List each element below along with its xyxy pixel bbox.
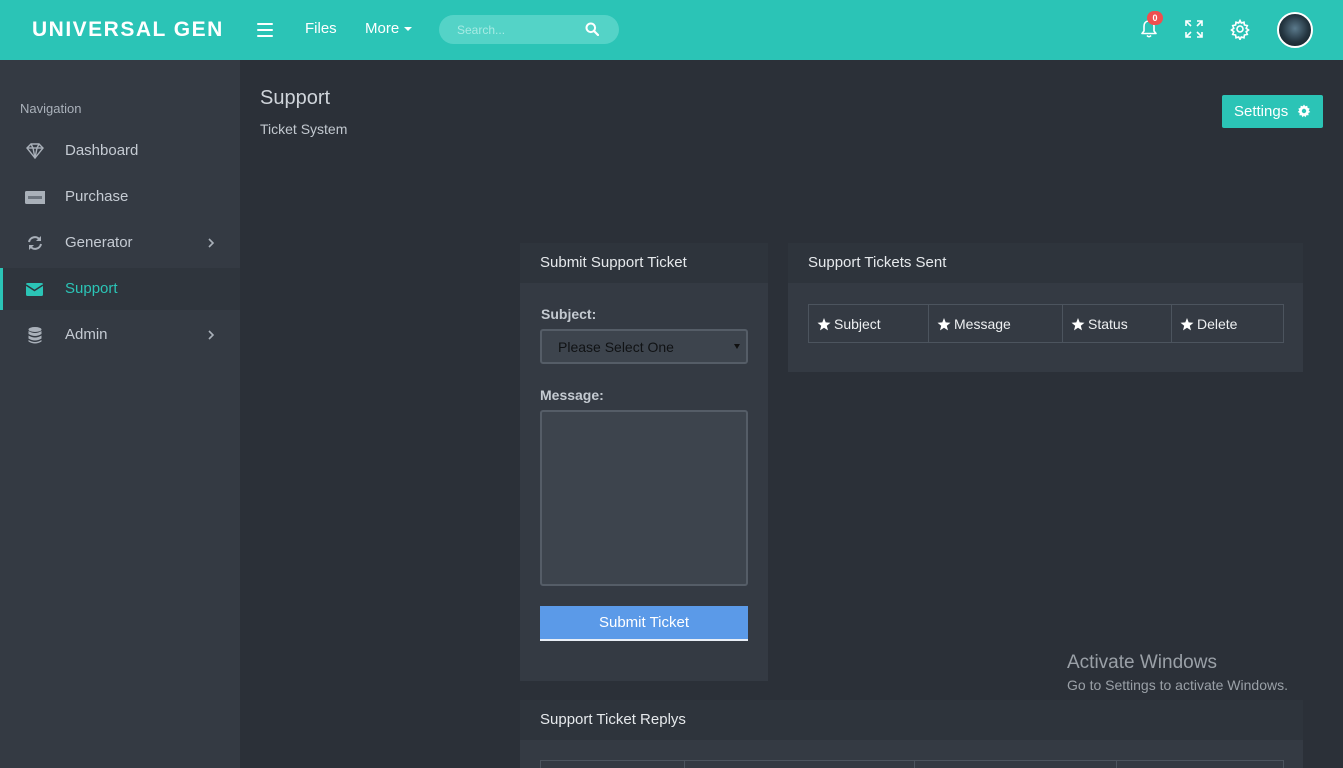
column-header-message: Message xyxy=(928,304,1063,343)
star-icon xyxy=(937,317,951,330)
submit-ticket-panel: Submit Support Ticket Subject: Please Se… xyxy=(520,243,768,681)
notification-badge: 0 xyxy=(1147,11,1163,25)
message-textarea[interactable] xyxy=(540,410,748,586)
activation-watermark-title: Activate Windows xyxy=(1067,652,1217,673)
settings-button-label: Settings xyxy=(1234,103,1289,120)
column-header-delete: Delete xyxy=(1171,304,1284,343)
subject-label: Subject: xyxy=(541,306,597,322)
replies-table-edge xyxy=(684,760,914,768)
replies-table-edge xyxy=(914,760,1116,768)
user-avatar[interactable] xyxy=(1277,12,1313,48)
diamond-icon xyxy=(26,143,44,160)
sidebar-item-label: Dashboard xyxy=(65,142,139,159)
sidebar-item-label: Generator xyxy=(65,234,133,251)
star-icon xyxy=(817,317,831,330)
envelope-icon xyxy=(25,283,44,296)
column-header-status: Status xyxy=(1062,304,1172,343)
search-input[interactable] xyxy=(457,21,577,39)
subject-select-value: Please Select One xyxy=(558,339,674,355)
sidebar-item-purchase[interactable]: Purchase xyxy=(0,176,240,218)
ticket-replies-panel: Support Ticket Replys xyxy=(520,700,1303,768)
page-subtitle: Ticket System xyxy=(260,121,348,137)
message-label: Message: xyxy=(540,387,604,403)
column-header-label: Subject xyxy=(834,315,881,332)
brand-logo[interactable]: UNIVERSAL GEN xyxy=(32,18,224,42)
sidebar-item-label: Support xyxy=(65,280,118,297)
tickets-sent-panel: Support Tickets Sent Subject Message Sta… xyxy=(788,243,1303,372)
sidebar-heading: Navigation xyxy=(20,101,82,116)
chevron-right-icon xyxy=(208,330,215,340)
star-icon xyxy=(1071,317,1085,330)
refresh-icon xyxy=(28,236,42,250)
submit-ticket-button[interactable]: Submit Ticket xyxy=(540,606,748,641)
panel-header: Support Ticket Replys xyxy=(520,700,1303,740)
panel-title: Support Tickets Sent xyxy=(808,254,947,271)
nav-more-label: More xyxy=(365,20,400,37)
database-icon xyxy=(28,327,42,344)
star-icon xyxy=(1180,317,1194,330)
panel-title: Submit Support Ticket xyxy=(540,254,687,271)
panel-header: Submit Support Ticket xyxy=(520,243,768,283)
page-title: Support xyxy=(260,87,331,109)
caret-down-icon xyxy=(404,27,413,32)
sidebar-item-admin[interactable]: Admin xyxy=(0,314,240,356)
menu-toggle-icon[interactable] xyxy=(257,23,273,37)
paypal-icon xyxy=(25,191,45,204)
search-icon[interactable] xyxy=(585,22,599,36)
dropdown-arrow-icon xyxy=(734,344,740,349)
replies-table-edge xyxy=(1116,760,1284,768)
column-header-label: Message xyxy=(954,315,1011,332)
panel-header: Support Tickets Sent xyxy=(788,243,1303,283)
subject-select[interactable]: Please Select One xyxy=(540,329,748,364)
fullscreen-icon[interactable] xyxy=(1183,18,1205,40)
replies-table-edge xyxy=(540,760,684,768)
tickets-table: Subject Message Status Delete xyxy=(808,304,1284,343)
sidebar-item-generator[interactable]: Generator xyxy=(0,222,240,264)
column-header-label: Status xyxy=(1088,315,1128,332)
nav-files-link[interactable]: Files xyxy=(305,20,337,37)
nav-more-dropdown[interactable]: More xyxy=(365,20,413,37)
chevron-right-icon xyxy=(208,238,215,248)
sidebar-item-dashboard[interactable]: Dashboard xyxy=(0,130,240,172)
activation-watermark-text: Go to Settings to activate Windows. xyxy=(1067,677,1288,693)
gear-icon[interactable] xyxy=(1229,18,1251,40)
panel-title: Support Ticket Replys xyxy=(540,711,686,728)
settings-button[interactable]: Settings xyxy=(1222,95,1323,128)
cog-icon xyxy=(1297,104,1311,118)
sidebar-item-label: Purchase xyxy=(65,188,129,205)
column-header-label: Delete xyxy=(1197,315,1238,332)
sidebar: Navigation Dashboard Purchase Generator … xyxy=(0,60,240,768)
sidebar-item-label: Admin xyxy=(65,326,108,343)
top-navbar: UNIVERSAL GEN Files More 0 xyxy=(0,0,1343,60)
table-header-row: Subject Message Status Delete xyxy=(808,304,1284,343)
column-header-subject: Subject xyxy=(808,304,929,343)
sidebar-item-support[interactable]: Support xyxy=(0,268,240,310)
